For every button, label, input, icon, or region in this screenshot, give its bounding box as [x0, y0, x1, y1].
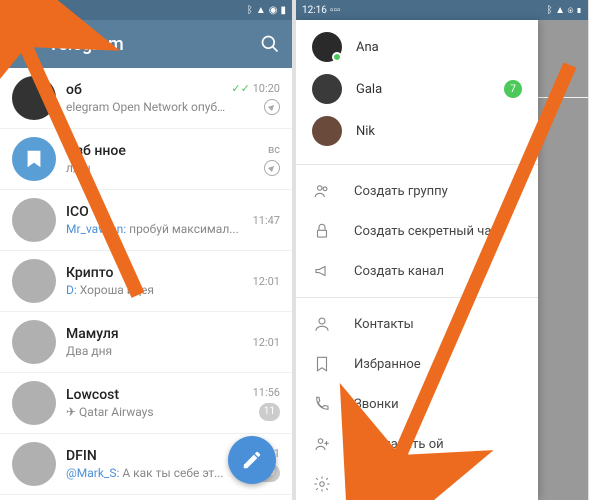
chat-preview: Два дня [66, 344, 247, 358]
avatar [12, 320, 56, 364]
chat-preview: elegram Open Network опублик... [66, 100, 225, 114]
avatar [12, 259, 56, 303]
menu-label: Звонки [354, 397, 399, 412]
chat-item[interactable]: DFIN Oladotun: 👍 11:47 [0, 495, 292, 500]
bookmark-icon [312, 354, 332, 374]
status-time: 12:16 [6, 5, 31, 16]
pin-icon [264, 99, 280, 115]
chat-item[interactable]: Крипто D: Хороша идея 12:01 [0, 251, 292, 312]
menu-create-group[interactable]: Создать группу [296, 171, 538, 211]
menu-calls[interactable]: Звонки [296, 384, 538, 424]
account-name: Ana [356, 40, 522, 55]
menu-create-channel[interactable]: Создать канал [296, 251, 538, 291]
chat-item-dimmed: 10:20 [538, 68, 588, 98]
divider [296, 164, 538, 165]
status-time: 12:16 [302, 5, 327, 16]
menu-label: Пригласить ой [354, 437, 444, 452]
chat-name: Мамуля [66, 326, 247, 342]
avatar [312, 116, 342, 146]
megaphone-icon [312, 261, 332, 281]
avatar [312, 74, 342, 104]
chat-item[interactable]: ICO Mr_vavilon: пробуй максимал... 11:47 [0, 190, 292, 251]
account-item[interactable]: Gala 7 [296, 68, 538, 110]
menu-label: Создать канал [354, 264, 444, 279]
signal-icon: ▲ [256, 5, 266, 16]
chat-item[interactable]: об elegram Open Network опублик... ✓✓ 10… [0, 68, 292, 129]
chat-item[interactable]: Мамуля Два дня 12:01 [0, 312, 292, 373]
read-check-icon: ✓✓ [231, 82, 249, 95]
phone-right: 12:16▫▫▫ ᛒ ▲ ◉ ▮ Ana Gala 7 Nik [296, 0, 588, 500]
chat-name: Крипто [66, 265, 247, 281]
status-bar: 12:16▫▫▫ ᛒ ▲ ◉ ▮ [296, 0, 588, 20]
menu-label: Контакты [354, 317, 414, 332]
menu-label: Создать секретный чат [354, 224, 498, 239]
avatar [12, 198, 56, 242]
menu-saved[interactable]: Избранное [296, 344, 538, 384]
battery-icon: ▮ [280, 5, 286, 16]
account-name: Gala [356, 82, 504, 97]
wifi-icon: ◉ [269, 5, 278, 16]
chat-preview: л/сч [66, 161, 258, 175]
account-item[interactable]: Ana [296, 26, 538, 68]
pin-icon [264, 160, 280, 176]
search-icon[interactable] [260, 34, 280, 54]
invite-icon [312, 434, 332, 454]
compose-button[interactable] [228, 436, 276, 484]
menu-settings[interactable]: Настройки [296, 464, 538, 500]
chat-name: об [66, 82, 225, 98]
chat-preview: @Mark_S: А как ты себе эт... [66, 466, 247, 480]
menu-label: Избранное [354, 357, 421, 372]
account-item[interactable]: Nik [296, 110, 538, 152]
group-icon [312, 181, 332, 201]
menu-secret-chat[interactable]: Создать секретный чат [296, 211, 538, 251]
chat-item[interactable]: Изб нное л/сч вс [0, 129, 292, 190]
app-header: Telegram [0, 20, 292, 68]
bluetooth-icon: ᛒ [247, 5, 253, 16]
gear-icon [312, 474, 332, 494]
accounts-section: Ana Gala 7 Nik [296, 20, 538, 158]
status-bar: 12:16 ▫▫▫ ᛒ ▲ ◉ ▮ [0, 0, 292, 20]
menu-label: Настройки [354, 477, 420, 492]
chat-preview: D: Хороша идея [66, 283, 247, 297]
divider [296, 297, 538, 298]
chat-item[interactable]: Lowcost ✈ Qatar Airways 11:56 11 [0, 373, 292, 434]
online-indicator [332, 52, 342, 62]
chat-name: Изб нное [66, 143, 258, 159]
menu-contacts[interactable]: Контакты [296, 304, 538, 344]
phone-icon [312, 394, 332, 414]
chat-name: ICO [66, 204, 247, 220]
navigation-drawer: Ana Gala 7 Nik Создать группу Созд [296, 20, 538, 500]
avatar [12, 137, 56, 181]
chat-preview: Mr_vavilon: пробуй максимал... [66, 222, 247, 236]
notification-icon: ▫▫▫ [34, 5, 45, 16]
app-title: Telegram [48, 34, 124, 55]
chat-name: DFIN [66, 448, 247, 464]
lock-icon [312, 221, 332, 241]
chat-name: Lowcost [66, 387, 247, 403]
avatar [312, 32, 342, 62]
unread-badge: 7 [504, 80, 522, 98]
menu-invite[interactable]: Пригласить ой [296, 424, 538, 464]
contact-icon [312, 314, 332, 334]
unread-badge: 11 [259, 403, 280, 421]
drawer-scrim[interactable]: 10:20 [538, 20, 588, 500]
phone-left: 12:16 ▫▫▫ ᛒ ▲ ◉ ▮ Telegram [0, 0, 292, 500]
menu-button[interactable] [12, 37, 30, 51]
avatar [12, 442, 56, 486]
account-name: Nik [356, 124, 522, 139]
chat-preview: ✈ Qatar Airways [66, 405, 247, 419]
menu-label: Создать группу [354, 184, 448, 199]
avatar [12, 76, 56, 120]
avatar [12, 381, 56, 425]
